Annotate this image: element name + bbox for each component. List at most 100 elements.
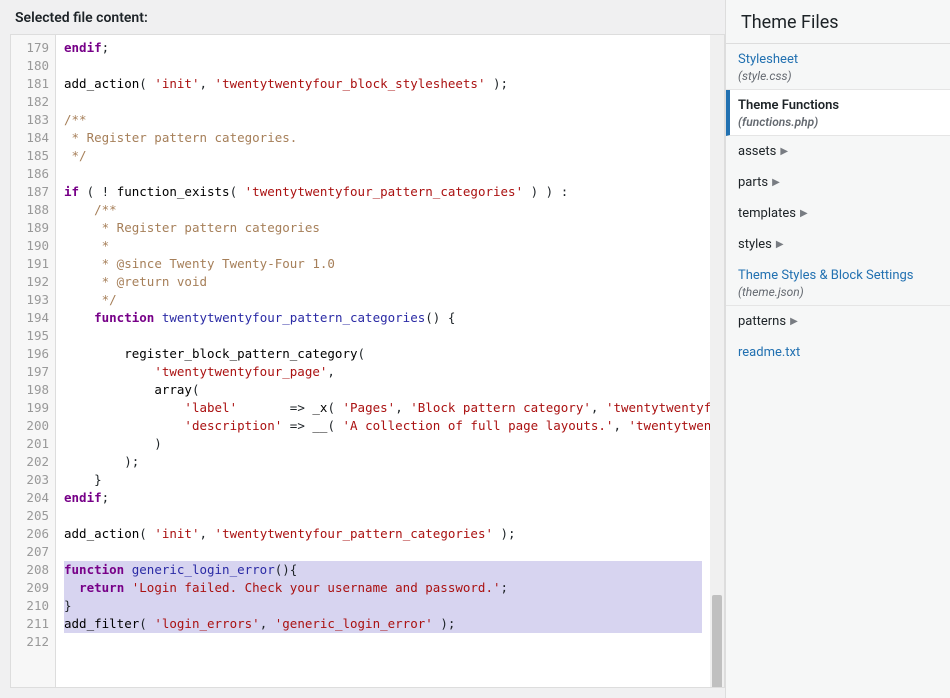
code-line[interactable] — [64, 327, 702, 345]
code-line[interactable] — [64, 93, 702, 111]
line-number: 191 — [11, 255, 55, 273]
code-line[interactable]: 'label' => _x( 'Pages', 'Block pattern c… — [64, 399, 702, 417]
line-number: 179 — [11, 39, 55, 57]
file-item-stylesheet[interactable]: Stylesheet (style.css) — [726, 44, 950, 90]
file-item-theme-styles-block-settings[interactable]: Theme Styles & Block Settings (theme.json… — [726, 260, 950, 306]
file-item-theme-functions[interactable]: Theme Functions(functions.php) — [726, 90, 950, 136]
line-number: 181 — [11, 75, 55, 93]
file-item-readme-txt[interactable]: readme.txt — [726, 337, 950, 366]
editor-scrollbar[interactable] — [710, 35, 724, 687]
code-line[interactable]: 'twentytwentyfour_page', — [64, 363, 702, 381]
line-number: 212 — [11, 633, 55, 651]
line-number: 194 — [11, 309, 55, 327]
chevron-right-icon: ▶ — [772, 177, 780, 188]
code-line[interactable]: endif; — [64, 489, 702, 507]
line-number: 211 — [11, 615, 55, 633]
code-line[interactable]: endif; — [64, 39, 702, 57]
code-line[interactable]: 'description' => __( 'A collection of fu… — [64, 417, 702, 435]
chevron-right-icon: ▶ — [780, 146, 788, 157]
code-line[interactable] — [64, 633, 702, 651]
line-number: 189 — [11, 219, 55, 237]
code-line[interactable]: /** — [64, 111, 702, 129]
code-line[interactable]: function twentytwentyfour_pattern_catego… — [64, 309, 702, 327]
chevron-right-icon: ▶ — [790, 316, 798, 327]
folder-label: patterns — [738, 314, 786, 329]
code-editor[interactable]: 1791801811821831841851861871881891901911… — [10, 34, 725, 688]
line-number: 182 — [11, 93, 55, 111]
folder-item-templates[interactable]: templates ▶ — [726, 198, 950, 229]
line-number: 199 — [11, 399, 55, 417]
code-line[interactable] — [64, 507, 702, 525]
code-line[interactable]: add_action( 'init', 'twentytwentyfour_bl… — [64, 75, 702, 93]
code-line[interactable]: /** — [64, 201, 702, 219]
code-line[interactable]: register_block_pattern_category( — [64, 345, 702, 363]
code-line[interactable]: * Register pattern categories. — [64, 129, 702, 147]
file-desc: (style.css) — [738, 69, 938, 83]
line-number: 201 — [11, 435, 55, 453]
line-number: 200 — [11, 417, 55, 435]
file-name: Stylesheet — [738, 52, 938, 67]
line-number: 187 — [11, 183, 55, 201]
line-number: 193 — [11, 291, 55, 309]
code-line[interactable]: ); — [64, 453, 702, 471]
code-line[interactable]: * Register pattern categories — [64, 219, 702, 237]
chevron-right-icon: ▶ — [800, 208, 808, 219]
line-number: 209 — [11, 579, 55, 597]
scrollbar-thumb[interactable] — [712, 595, 722, 688]
line-number: 188 — [11, 201, 55, 219]
editor-title: Selected file content: — [0, 0, 725, 34]
code-line[interactable]: ) — [64, 435, 702, 453]
line-number: 196 — [11, 345, 55, 363]
line-number: 192 — [11, 273, 55, 291]
line-gutter: 1791801811821831841851861871881891901911… — [11, 35, 56, 687]
folder-label: styles — [738, 237, 772, 252]
line-number: 183 — [11, 111, 55, 129]
sidebar-title: Theme Files — [726, 0, 950, 43]
line-number: 180 — [11, 57, 55, 75]
file-desc: (theme.json) — [738, 285, 938, 299]
code-area[interactable]: endif; add_action( 'init', 'twentytwenty… — [56, 35, 710, 687]
line-number: 210 — [11, 597, 55, 615]
folder-label: assets — [738, 144, 776, 159]
line-number: 203 — [11, 471, 55, 489]
code-line[interactable]: * @since Twenty Twenty-Four 1.0 — [64, 255, 702, 273]
editor-panel: Selected file content: 17918018118218318… — [0, 0, 725, 698]
folder-label: parts — [738, 175, 768, 190]
code-line[interactable]: */ — [64, 147, 702, 165]
line-number: 185 — [11, 147, 55, 165]
file-list: Stylesheet (style.css) Theme Functions(fun… — [726, 43, 950, 366]
code-line[interactable]: } — [64, 597, 702, 615]
line-number: 202 — [11, 453, 55, 471]
file-name: readme.txt — [738, 345, 938, 360]
line-number: 207 — [11, 543, 55, 561]
line-number: 190 — [11, 237, 55, 255]
line-number: 197 — [11, 363, 55, 381]
file-name: Theme Styles & Block Settings — [738, 268, 938, 283]
folder-item-patterns[interactable]: patterns ▶ — [726, 306, 950, 337]
chevron-right-icon: ▶ — [776, 239, 784, 250]
code-line[interactable]: * — [64, 237, 702, 255]
app-container: Selected file content: 17918018118218318… — [0, 0, 950, 698]
code-line[interactable]: if ( ! function_exists( 'twentytwentyfou… — [64, 183, 702, 201]
folder-item-parts[interactable]: parts ▶ — [726, 167, 950, 198]
code-line[interactable] — [64, 543, 702, 561]
code-line[interactable]: * @return void — [64, 273, 702, 291]
line-number: 206 — [11, 525, 55, 543]
code-line[interactable] — [64, 165, 702, 183]
code-line[interactable]: } — [64, 471, 702, 489]
code-line[interactable]: array( — [64, 381, 702, 399]
code-line[interactable]: function generic_login_error(){ — [64, 561, 702, 579]
code-line[interactable]: add_action( 'init', 'twentytwentyfour_pa… — [64, 525, 702, 543]
folder-item-styles[interactable]: styles ▶ — [726, 229, 950, 260]
folder-item-assets[interactable]: assets ▶ — [726, 136, 950, 167]
line-number: 208 — [11, 561, 55, 579]
theme-files-sidebar: Theme Files Stylesheet (style.css) Theme F… — [725, 0, 950, 698]
code-line[interactable] — [64, 57, 702, 75]
line-number: 186 — [11, 165, 55, 183]
line-number: 198 — [11, 381, 55, 399]
code-line[interactable]: */ — [64, 291, 702, 309]
code-line[interactable]: add_filter( 'login_errors', 'generic_log… — [64, 615, 702, 633]
file-desc: (functions.php) — [738, 115, 938, 129]
code-line[interactable]: return 'Login failed. Check your usernam… — [64, 579, 702, 597]
folder-label: templates — [738, 206, 796, 221]
